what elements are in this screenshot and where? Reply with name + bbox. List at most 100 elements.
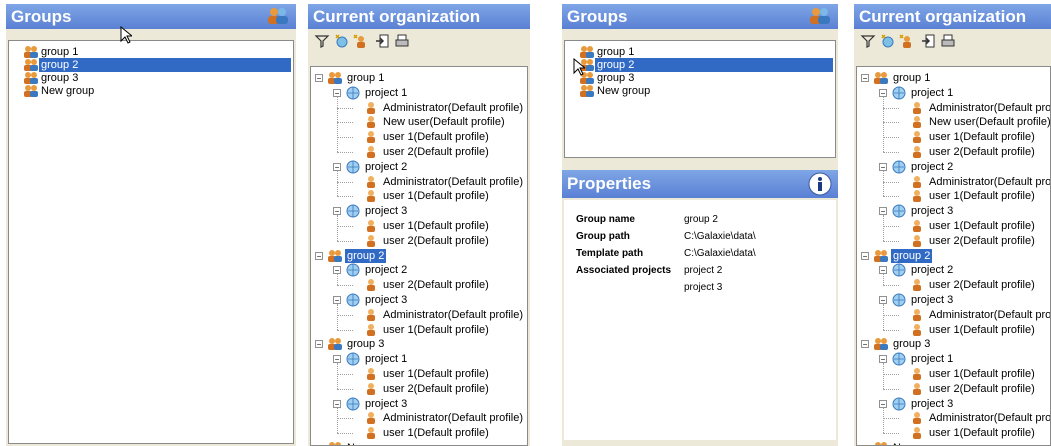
tree-node-user[interactable]: user 1(Default profile) — [311, 219, 527, 233]
collapse-toggle[interactable]: − — [315, 251, 323, 260]
print-icon[interactable] — [394, 33, 410, 49]
collapse-toggle[interactable]: − — [861, 251, 869, 260]
tree-node-project[interactable]: − project 2 — [857, 263, 1050, 277]
tree-node-project[interactable]: − project 1 — [311, 86, 527, 100]
import-icon[interactable] — [920, 33, 936, 49]
tree-node-user[interactable]: user 1(Default profile) — [857, 130, 1050, 144]
import-icon[interactable] — [374, 33, 390, 49]
collapse-toggle[interactable]: − — [333, 162, 341, 171]
collapse-toggle[interactable]: − — [315, 340, 323, 349]
tree-node-user[interactable]: user 1(Default profile) — [857, 426, 1050, 440]
list-item[interactable]: group 1 — [579, 45, 835, 59]
tree-node-project[interactable]: − project 3 — [857, 293, 1050, 307]
collapse-toggle[interactable]: − — [333, 296, 341, 305]
collapse-toggle[interactable]: − — [333, 207, 341, 216]
collapse-toggle[interactable]: − — [879, 355, 887, 364]
tree-node-user[interactable]: Administrator(Default profile) — [311, 411, 527, 425]
tree-node-user[interactable]: user 1(Default profile) — [311, 323, 527, 337]
filter-icon[interactable] — [314, 33, 330, 49]
tree-node-group[interactable]: − group 1 — [311, 71, 527, 85]
tree-node-user[interactable]: user 1(Default profile) — [857, 367, 1050, 381]
collapse-toggle[interactable]: − — [333, 266, 341, 275]
tree-node-user[interactable]: Administrator(Default profile) — [857, 175, 1050, 189]
groups-list[interactable]: group 1 group 2 group 3 New group — [8, 40, 294, 444]
collapse-toggle[interactable]: − — [315, 74, 323, 83]
collapse-toggle[interactable]: − — [879, 162, 887, 171]
list-item[interactable]: group 2 — [23, 58, 293, 72]
collapse-toggle[interactable]: − — [879, 399, 887, 408]
groups-title: Groups — [11, 7, 72, 26]
tree-node-project[interactable]: − project 2 — [311, 263, 527, 277]
tree-node-user[interactable]: user 1(Default profile) — [311, 130, 527, 144]
list-item[interactable]: New group — [23, 84, 293, 98]
add-project-icon[interactable] — [880, 33, 896, 49]
tree-node-user[interactable]: user 2(Default profile) — [311, 234, 527, 248]
user-icon — [367, 234, 375, 247]
tree-node-project[interactable]: − project 3 — [311, 397, 527, 411]
list-item[interactable]: group 2 — [579, 58, 835, 72]
tree-node-project[interactable]: − project 2 — [857, 160, 1050, 174]
filter-icon[interactable] — [860, 33, 876, 49]
collapse-toggle[interactable]: − — [861, 74, 869, 83]
tree-node-project[interactable]: − project 3 — [311, 293, 527, 307]
tree-node-user[interactable]: user 2(Default profile) — [857, 278, 1050, 292]
user-icon — [913, 190, 921, 203]
collapse-toggle[interactable]: − — [333, 355, 341, 364]
tree-node-project[interactable]: − project 3 — [857, 397, 1050, 411]
tree-node-user[interactable]: user 1(Default profile) — [311, 367, 527, 381]
list-item[interactable]: group 1 — [23, 45, 293, 59]
list-item[interactable]: New group — [579, 84, 835, 98]
organization-tree[interactable]: − group 1− project 1 Administrator(Default … — [856, 66, 1051, 446]
collapse-toggle[interactable]: − — [879, 88, 887, 97]
tree-node-user[interactable]: Administrator(Default profile) — [857, 411, 1050, 425]
tree-node-project[interactable]: − project 1 — [857, 86, 1050, 100]
add-user-icon[interactable] — [898, 33, 914, 49]
tree-node-user[interactable]: user 1(Default profile) — [311, 189, 527, 203]
collapse-toggle[interactable]: − — [333, 399, 341, 408]
tree-node-user[interactable]: Administrator(Default profile) — [311, 308, 527, 322]
tree-node-user[interactable]: user 1(Default profile) — [311, 426, 527, 440]
collapse-toggle[interactable]: − — [879, 207, 887, 216]
tree-node-user[interactable]: New user(Default profile) — [857, 115, 1050, 129]
tree-node-group[interactable]: New group — [311, 441, 527, 445]
list-item[interactable]: group 3 — [579, 71, 835, 85]
tree-node-project[interactable]: − project 1 — [311, 352, 527, 366]
tree-node-project[interactable]: − project 1 — [857, 352, 1050, 366]
add-project-icon[interactable] — [334, 33, 350, 49]
tree-node-user[interactable]: Administrator(Default profile) — [311, 101, 527, 115]
tree-node-project[interactable]: − project 3 — [311, 204, 527, 218]
add-user-icon[interactable] — [352, 33, 368, 49]
collapse-toggle[interactable]: − — [333, 88, 341, 97]
tree-node-group[interactable]: New group — [857, 441, 1050, 445]
collapse-toggle[interactable]: − — [879, 266, 887, 275]
tree-node-group[interactable]: − group 2 — [311, 248, 527, 263]
tree-node-user[interactable]: user 1(Default profile) — [857, 219, 1050, 233]
property-value: C:\Galaxie\data\ — [684, 248, 756, 259]
tree-node-user[interactable]: user 2(Default profile) — [311, 145, 527, 159]
tree-node-group[interactable]: − group 1 — [857, 71, 1050, 85]
list-item[interactable]: group 3 — [23, 71, 293, 85]
tree-node-group[interactable]: − group 3 — [311, 337, 527, 351]
tree-node-user[interactable]: user 1(Default profile) — [857, 323, 1050, 337]
tree-node-project[interactable]: − project 3 — [857, 204, 1050, 218]
tree-node-user[interactable]: Administrator(Default profile) — [857, 101, 1050, 115]
groups-list[interactable]: group 1 group 2 group 3 New group — [564, 40, 836, 158]
tree-node-user[interactable]: user 2(Default profile) — [311, 278, 527, 292]
tree-node-user[interactable]: user 2(Default profile) — [857, 234, 1050, 248]
print-icon[interactable] — [940, 33, 956, 49]
organization-header: Current organization — [854, 4, 1051, 29]
tree-node-user[interactable]: user 2(Default profile) — [311, 382, 527, 396]
tree-node-user[interactable]: New user(Default profile) — [311, 115, 527, 129]
tree-node-label: user 2(Default profile) — [929, 382, 1035, 395]
tree-node-user[interactable]: user 1(Default profile) — [857, 189, 1050, 203]
tree-node-user[interactable]: user 2(Default profile) — [857, 145, 1050, 159]
tree-node-group[interactable]: − group 2 — [857, 248, 1050, 263]
organization-tree[interactable]: − group 1− project 1 Administrator(Default … — [310, 66, 528, 446]
tree-node-user[interactable]: Administrator(Default profile) — [857, 308, 1050, 322]
tree-node-group[interactable]: − group 3 — [857, 337, 1050, 351]
tree-node-project[interactable]: − project 2 — [311, 160, 527, 174]
collapse-toggle[interactable]: − — [879, 296, 887, 305]
collapse-toggle[interactable]: − — [861, 340, 869, 349]
tree-node-user[interactable]: user 2(Default profile) — [857, 382, 1050, 396]
tree-node-user[interactable]: Administrator(Default profile) — [311, 175, 527, 189]
